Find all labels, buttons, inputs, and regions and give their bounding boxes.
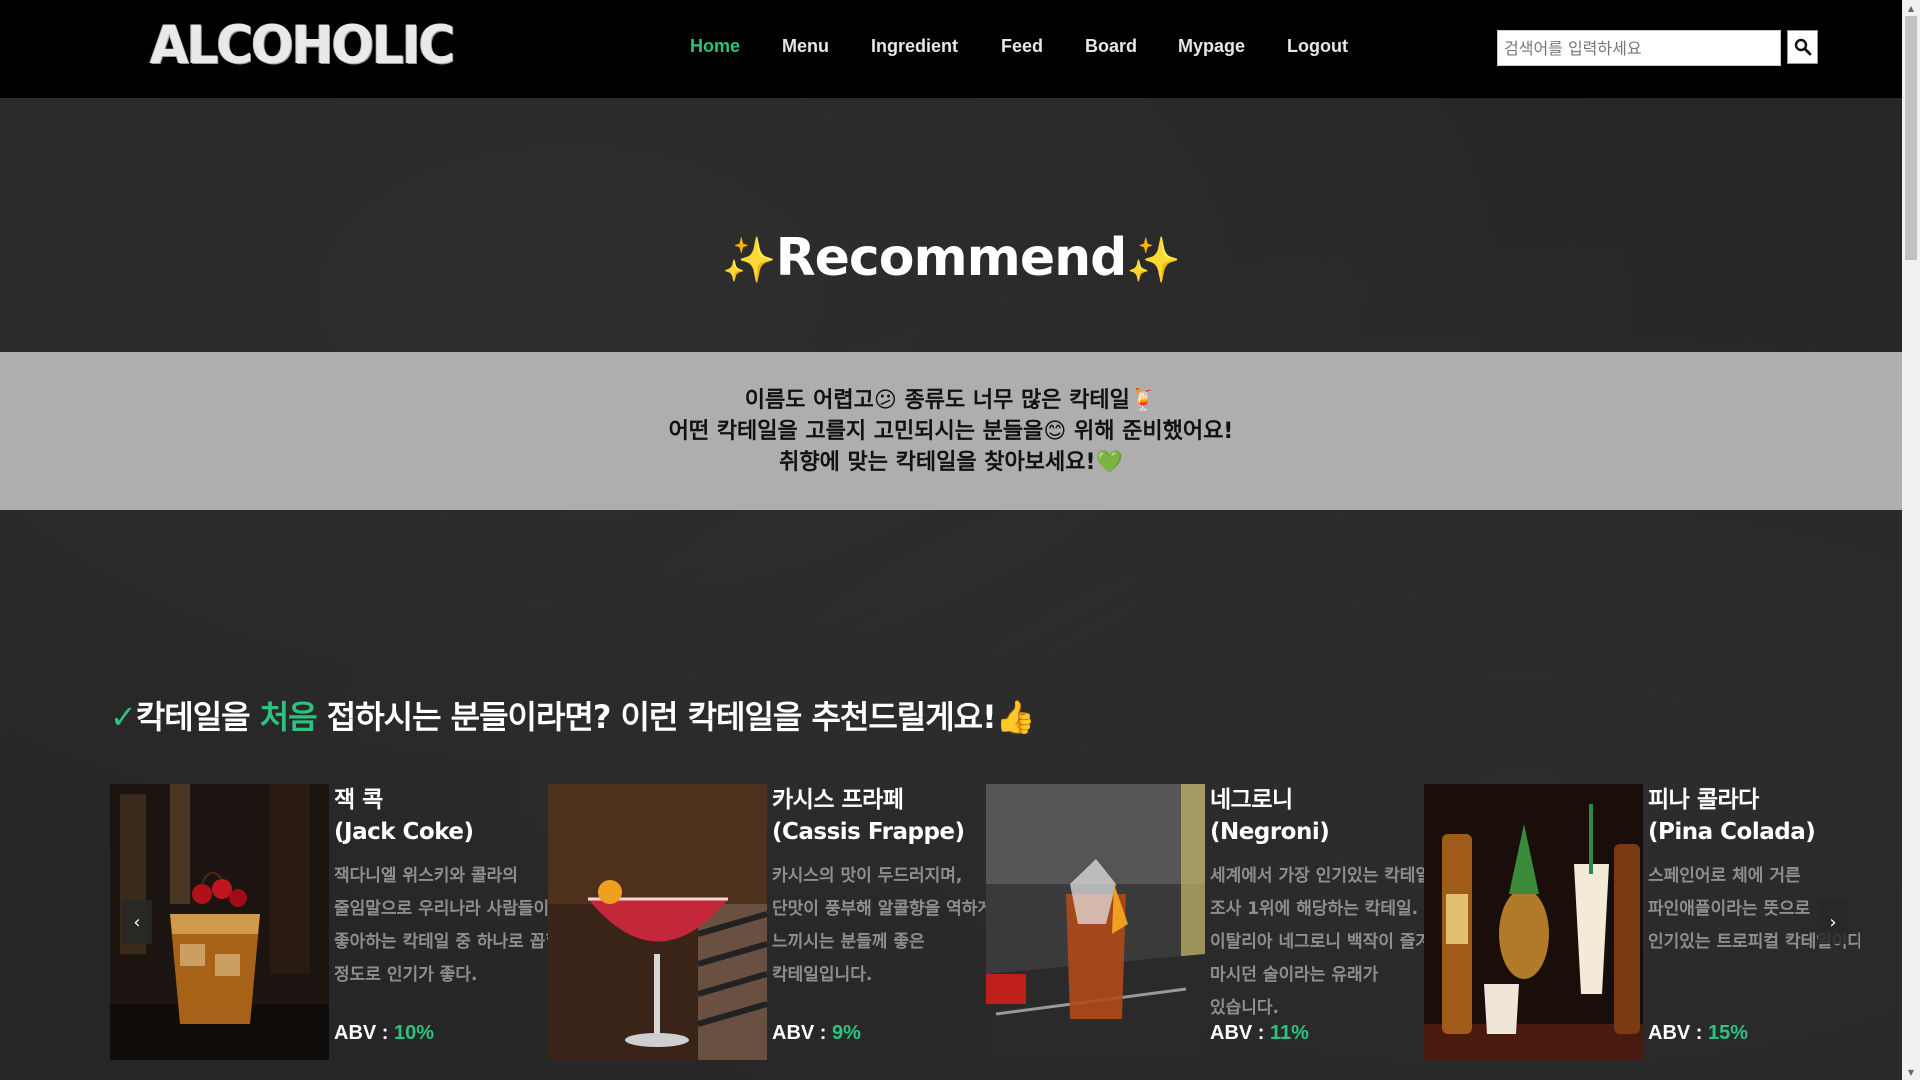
scroll-up-arrow-icon[interactable]: ▲ xyxy=(1902,0,1920,16)
cocktail-abv: ABV : 15% xyxy=(1648,1022,1748,1045)
cocktail-carousel: 잭 콕 (Jack Coke) 잭다니엘 위스키와 콜라의 줄임말으로 우리나라… xyxy=(110,784,1860,1060)
cocktail-info: 잭 콕 (Jack Coke) 잭다니엘 위스키와 콜라의 줄임말으로 우리나라… xyxy=(334,784,548,1060)
cocktail-card[interactable]: 네그로니 (Negroni) 세계에서 가장 인기있는 칵테일 조사 1위에 해… xyxy=(986,784,1424,1060)
cocktail-image xyxy=(1424,784,1643,1060)
abv-value: 9% xyxy=(832,1022,861,1044)
search-input[interactable] xyxy=(1497,30,1781,66)
abv-label: ABV : xyxy=(1210,1022,1270,1044)
cocktail-description: 카시스의 맛이 두드러지며, 단맛이 풍부해 알콜향을 역하게 느끼시는 분들께… xyxy=(772,866,986,985)
intro-line: 취향에 맞는 칵테일을 찾아보세요!💚 xyxy=(779,449,1123,475)
cocktail-card[interactable]: 피나 콜라다 (Pina Colada) 스페인어로 체에 거른 파인애플이라는… xyxy=(1424,784,1860,1060)
abv-label: ABV : xyxy=(772,1022,832,1044)
cocktail-english-name: (Pina Colada) xyxy=(1648,819,1816,845)
abv-label: ABV : xyxy=(334,1022,394,1044)
nav-logout[interactable]: Logout xyxy=(1287,36,1348,57)
heading-highlight: 처음 xyxy=(259,698,318,736)
nav-board[interactable]: Board xyxy=(1085,36,1137,57)
cocktail-info: 네그로니 (Negroni) 세계에서 가장 인기있는 칵테일 조사 1위에 해… xyxy=(1210,784,1424,1060)
section-heading: ✓칵테일을 처음 접하시는 분들이라면? 이런 칵테일을 추천드릴게요!👍 xyxy=(110,692,1036,738)
page-title: ✨Recommend✨ xyxy=(0,228,1902,288)
cocktail-image xyxy=(548,784,767,1060)
cocktail-description: 잭다니엘 위스키와 콜라의 줄임말으로 우리나라 사람들이 좋아하는 칵테일 중… xyxy=(334,866,548,985)
abv-value: 15% xyxy=(1708,1022,1749,1044)
search-icon xyxy=(1794,38,1811,56)
cocktail-abv: ABV : 11% xyxy=(1210,1022,1309,1045)
cocktail-card[interactable]: 카시스 프라페 (Cassis Frappe) 카시스의 맛이 두드러지며, 단… xyxy=(548,784,986,1060)
cocktail-english-name: (Cassis Frappe) xyxy=(772,819,965,845)
cocktail-korean-name: 카시스 프라페 xyxy=(772,787,904,813)
cocktail-korean-name: 네그로니 xyxy=(1210,787,1293,813)
intro-line: 이름도 어렵고😕 종류도 너무 많은 칵테일🍹 xyxy=(744,387,1158,413)
cocktail-card[interactable]: 잭 콕 (Jack Coke) 잭다니엘 위스키와 콜라의 줄임말으로 우리나라… xyxy=(110,784,548,1060)
nav-ingredient[interactable]: Ingredient xyxy=(871,36,958,57)
abv-value: 11% xyxy=(1270,1022,1309,1044)
intro-banner: 이름도 어렵고😕 종류도 너무 많은 칵테일🍹 어떤 칵테일을 고를지 고민되시… xyxy=(0,352,1902,510)
heading-suffix: 접하시는 분들이라면? 이런 칵테일을 추천드릴게요!👍 xyxy=(316,698,1036,736)
page-scrollbar[interactable]: ▲ ▼ xyxy=(1902,0,1920,1080)
nav-menu[interactable]: Menu xyxy=(782,36,829,57)
check-icon: ✓ xyxy=(110,698,137,736)
title-text: Recommend xyxy=(775,228,1128,288)
nav-feed[interactable]: Feed xyxy=(1001,36,1043,57)
nav-mypage[interactable]: Mypage xyxy=(1178,36,1245,57)
site-logo[interactable]: ALCOHOLIC xyxy=(150,15,455,76)
cocktail-description: 세계에서 가장 인기있는 칵테일 조사 1위에 해당하는 칵테일. 이탈리아 네… xyxy=(1210,866,1424,1018)
cocktail-korean-name: 잭 콕 xyxy=(334,787,383,813)
cocktail-english-name: (Jack Coke) xyxy=(334,819,474,845)
top-navbar: ALCOHOLIC Home Menu Ingredient Feed Boar… xyxy=(0,0,1902,98)
heading-prefix: 칵테일을 xyxy=(135,698,260,736)
carousel-prev-button[interactable]: ‹ xyxy=(122,900,152,944)
chevron-right-icon: › xyxy=(1829,911,1837,933)
sparkle-icon: ✨ xyxy=(1126,235,1181,286)
cocktail-image xyxy=(986,784,1205,1060)
intro-line: 어떤 칵테일을 고를지 고민되시는 분들을😊 위해 준비했어요! xyxy=(668,418,1234,444)
scroll-down-arrow-icon[interactable]: ▼ xyxy=(1902,1064,1920,1080)
abv-value: 10% xyxy=(394,1022,435,1044)
nav-home[interactable]: Home xyxy=(690,36,740,57)
scroll-thumb[interactable] xyxy=(1905,16,1917,260)
carousel-next-button[interactable]: › xyxy=(1818,900,1848,944)
search-button[interactable] xyxy=(1787,30,1818,64)
chevron-left-icon: ‹ xyxy=(133,911,141,933)
sparkle-icon: ✨ xyxy=(721,235,777,286)
abv-label: ABV : xyxy=(1648,1022,1708,1044)
cocktail-abv: ABV : 9% xyxy=(772,1022,861,1045)
cocktail-abv: ABV : 10% xyxy=(334,1022,434,1045)
cocktail-info: 카시스 프라페 (Cassis Frappe) 카시스의 맛이 두드러지며, 단… xyxy=(772,784,986,1060)
cocktail-korean-name: 피나 콜라다 xyxy=(1648,787,1759,813)
cocktail-english-name: (Negroni) xyxy=(1210,819,1330,845)
